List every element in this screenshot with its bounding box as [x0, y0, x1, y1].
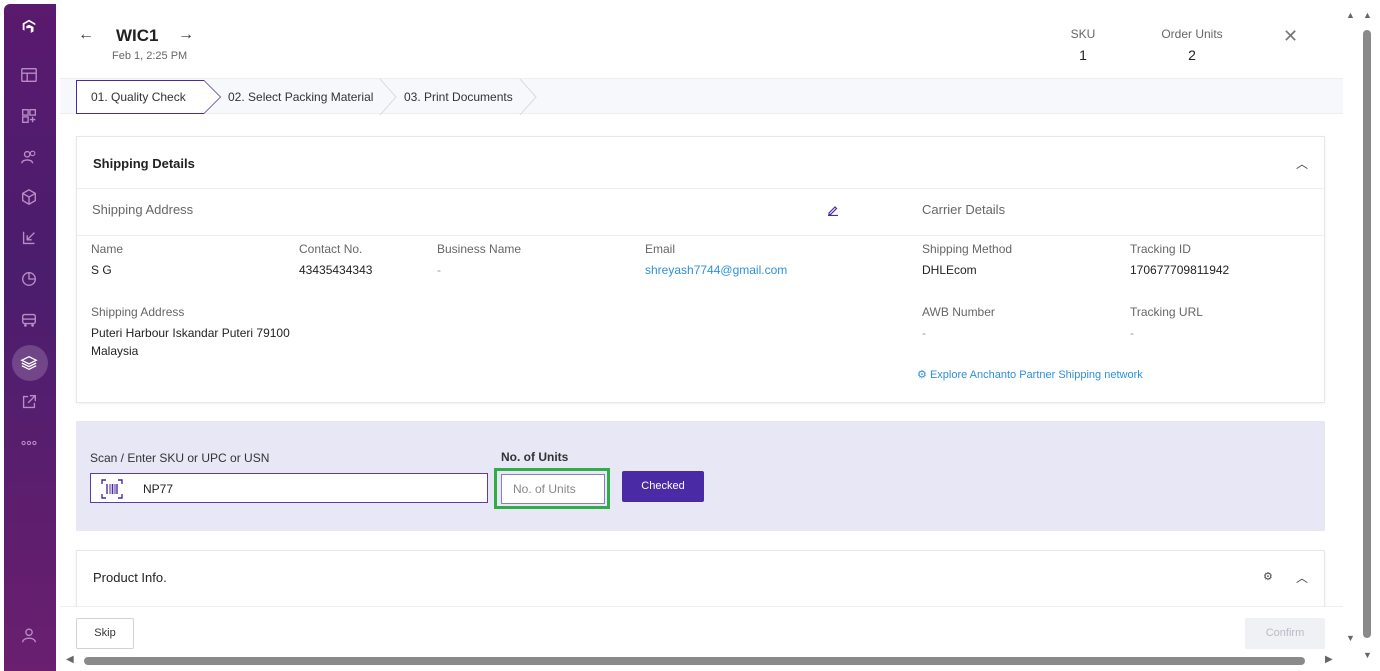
arrow-left-icon[interactable]: ← [78, 26, 94, 44]
vertical-scrollbar[interactable]: ▲ ▲ ▼ ▼ [1343, 4, 1380, 671]
business-name-label: Business Name [437, 242, 522, 256]
sku-stat: SKU 1 [1058, 27, 1108, 63]
shipping-address-section-title: Shipping Address [92, 202, 194, 217]
explore-partner-network-link[interactable]: ⚙ Explore Anchanto Partner Shipping netw… [917, 368, 1143, 381]
step-print-documents[interactable]: 03. Print Documents [404, 79, 513, 115]
tracking-url-label: Tracking URL [1130, 305, 1203, 319]
scroll-up-icon[interactable]: ▲ [1363, 10, 1372, 20]
order-date: Feb 1, 2:25 PM [112, 50, 188, 62]
dashboard-icon[interactable] [18, 64, 40, 86]
layers-icon[interactable] [18, 352, 40, 374]
email-label: Email [645, 242, 676, 256]
step-quality-check[interactable]: 01. Quality Check [76, 80, 221, 114]
reports-pie-icon[interactable] [18, 268, 40, 290]
scan-panel: Scan / Enter SKU or UPC or USN No. of Un… [76, 421, 1325, 531]
app: ← WIC1 → Feb 1, 2:25 PM SKU 1 Order Unit… [0, 0, 1380, 671]
explore-link-text: Explore Anchanto Partner Shipping networ… [929, 369, 1143, 381]
external-link-icon[interactable] [18, 391, 40, 413]
shipping-method-label: Shipping Method [922, 242, 1013, 256]
step-label: 01. Quality Check [91, 90, 186, 104]
footer: Skip Confirm [60, 606, 1343, 658]
returns-icon[interactable] [18, 227, 40, 249]
header: ← WIC1 → Feb 1, 2:25 PM SKU 1 Order Unit… [60, 4, 1343, 78]
catalog-icon[interactable] [18, 105, 40, 127]
product-info-card: Product Info. ⚙ ︿ [76, 550, 1325, 610]
tracking-id-label: Tracking ID [1130, 242, 1191, 256]
step-select-packing[interactable]: 02. Select Packing Material [228, 79, 373, 115]
scan-sku-label: Scan / Enter SKU or UPC or USN [90, 451, 270, 465]
shipping-truck-icon[interactable] [18, 309, 40, 331]
horizontal-scroll-thumb[interactable] [84, 657, 1305, 665]
gear-icon: ⚙ [917, 369, 927, 381]
scroll-right-icon[interactable]: ▶ [1325, 654, 1333, 665]
checked-button[interactable]: Checked [622, 471, 704, 502]
stepper: 01. Quality Check 02. Select Packing Mat… [60, 78, 1343, 115]
edit-pencil-icon[interactable] [827, 203, 839, 221]
order-units-value: 2 [1188, 47, 1196, 63]
scroll-up-icon[interactable]: ▲ [1346, 10, 1355, 20]
scroll-left-icon[interactable]: ◀ [66, 654, 74, 665]
sku-scan-input[interactable]: NP77 [90, 473, 488, 503]
tracking-id-value: 170677709811942 [1130, 263, 1230, 277]
divider [77, 188, 1324, 189]
step-separator-icon [379, 79, 397, 115]
awb-label: AWB Number [922, 305, 995, 319]
step-label: 02. Select Packing Material [228, 90, 374, 104]
chevron-up-icon[interactable]: ︿ [1296, 569, 1308, 586]
horizontal-scrollbar[interactable]: ◀ ▶ [60, 653, 1343, 671]
product-info-title: Product Info. [93, 570, 167, 585]
settings-gear-icon[interactable]: ⚙ [1263, 570, 1273, 583]
sidebar [4, 4, 56, 671]
units-label: No. of Units [501, 450, 569, 464]
name-value: S G [91, 263, 112, 277]
units-input[interactable]: No. of Units [501, 474, 605, 504]
main-panel: ← WIC1 → Feb 1, 2:25 PM SKU 1 Order Unit… [60, 4, 1343, 671]
divider [77, 235, 1324, 236]
business-name-value: - [437, 263, 441, 277]
vertical-scroll-thumb[interactable] [1363, 30, 1371, 638]
order-units-stat: Order Units 2 [1148, 27, 1236, 63]
scroll-down-icon[interactable]: ▼ [1346, 633, 1355, 643]
step-label: 03. Print Documents [404, 90, 513, 104]
confirm-button[interactable]: Confirm [1245, 618, 1325, 649]
arrow-right-icon[interactable]: → [178, 26, 194, 44]
contact-value: 43435434343 [299, 263, 373, 277]
awb-value: - [922, 326, 926, 340]
name-label: Name [91, 242, 124, 256]
chevron-up-icon[interactable]: ︿ [1296, 155, 1308, 172]
sku-value: 1 [1079, 47, 1087, 63]
contact-label: Contact No. [299, 242, 363, 256]
sku-scan-value: NP77 [143, 482, 174, 496]
skip-button[interactable]: Skip [76, 618, 134, 649]
profile-icon[interactable] [18, 624, 40, 646]
step-separator-icon [519, 79, 537, 115]
inventory-box-icon[interactable] [18, 186, 40, 208]
address-line-2: Malaysia [91, 344, 139, 358]
tracking-url-value: - [1130, 326, 1134, 340]
close-icon[interactable]: ✕ [1283, 26, 1298, 47]
shipping-details-card: Shipping Details ︿ Shipping Address Carr… [76, 136, 1325, 403]
shipping-method-value: DHLEcom [922, 263, 977, 277]
address-line-1: Puteri Harbour Iskandar Puteri 79100 [91, 326, 290, 340]
order-title: WIC1 [116, 26, 159, 45]
sku-label: SKU [1070, 27, 1096, 41]
barcode-icon [101, 479, 123, 499]
shipping-address-label: Shipping Address [91, 305, 185, 319]
logo-icon[interactable] [18, 16, 40, 38]
order-units-label: Order Units [1161, 27, 1223, 41]
shipping-details-title: Shipping Details [93, 156, 195, 171]
users-icon[interactable] [18, 146, 40, 168]
carrier-details-section-title: Carrier Details [922, 202, 1006, 217]
scroll-down-icon[interactable]: ▼ [1363, 650, 1372, 660]
more-dots-icon[interactable] [18, 432, 40, 454]
email-link[interactable]: shreyash7744@gmail.com [645, 263, 787, 277]
